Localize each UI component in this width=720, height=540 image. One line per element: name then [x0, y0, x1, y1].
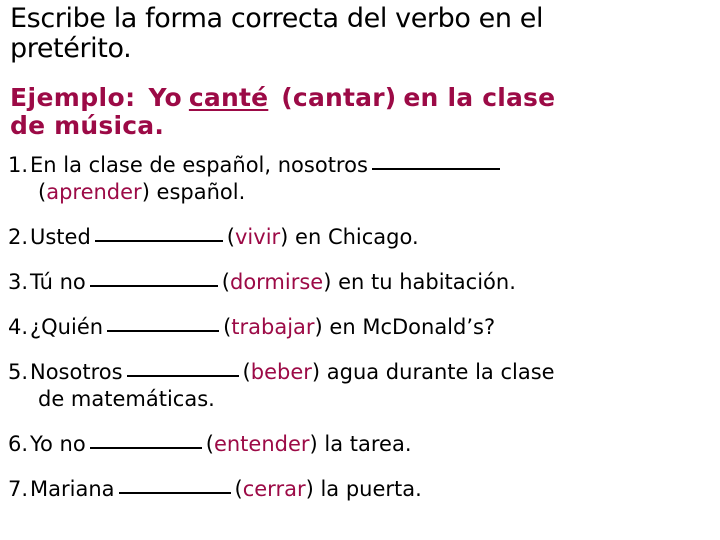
- item-text-before: Yo no: [30, 432, 86, 456]
- item-text-after: ) en tu habitación.: [323, 270, 516, 294]
- exercise-list: 1.En la clase de español, nosotros (apre…: [8, 152, 720, 521]
- answer-blank[interactable]: [89, 447, 202, 449]
- example-line-2: de música.: [10, 111, 165, 140]
- item-number: 1.: [8, 153, 29, 177]
- example-answer: canté: [188, 83, 269, 112]
- item-text-before: Usted: [30, 225, 91, 249]
- example-label: Ejemplo:: [10, 83, 136, 112]
- answer-blank[interactable]: [89, 285, 218, 287]
- item-number: 3.: [8, 270, 29, 294]
- item-number: 6.: [8, 432, 29, 456]
- list-item: 5.Nosotros (beber) agua durante la clase …: [8, 359, 720, 413]
- item-number: 7.: [8, 477, 29, 501]
- item-text-after: ) la puerta.: [305, 477, 422, 501]
- example-subject: Yo: [148, 83, 182, 112]
- open-paren: (: [205, 432, 214, 456]
- item-text-after: ) en Chicago.: [280, 225, 419, 249]
- title-line-1: Escribe la forma correcta del verbo en e…: [10, 3, 544, 34]
- item-text-after: ) en McDonald’s?: [314, 315, 496, 339]
- verb-hint: cerrar: [242, 477, 306, 501]
- item-continuation: (aprender) español.: [38, 180, 246, 204]
- open-paren: (: [234, 477, 243, 501]
- example-tail: en la clase: [403, 83, 556, 112]
- answer-blank[interactable]: [126, 375, 239, 377]
- example-block: Ejemplo: Yo canté (cantar) en la clase de mú…: [10, 84, 716, 140]
- list-item: 2.Usted (vivir) en Chicago.: [8, 224, 720, 251]
- item-text-after: ) agua durante la clase: [311, 360, 555, 384]
- example-line-1: Ejemplo: Yo canté (cantar) en la clase: [10, 84, 716, 112]
- item-text-before: ¿Quién: [30, 315, 104, 339]
- list-item: 6.Yo no (entender) la tarea.: [8, 431, 720, 458]
- title-line-2: pretérito.: [10, 33, 132, 64]
- item-text-before: En la clase de español, nosotros: [30, 153, 368, 177]
- answer-blank[interactable]: [107, 330, 220, 332]
- verb-hint: entender: [213, 432, 310, 456]
- item-number: 2.: [8, 225, 29, 249]
- verb-hint: trabajar: [231, 315, 315, 339]
- open-paren: (: [242, 360, 251, 384]
- verb-hint: vivir: [235, 225, 281, 249]
- item-continuation: de matemáticas.: [38, 387, 215, 411]
- item-text-before: Nosotros: [30, 360, 123, 384]
- answer-blank[interactable]: [371, 168, 500, 170]
- item-number: 4.: [8, 315, 29, 339]
- item-number: 5.: [8, 360, 29, 384]
- verb-hint: beber: [250, 360, 312, 384]
- list-item: 3.Tú no (dormirse) en tu habitación.: [8, 269, 720, 296]
- item-text-before: Tú no: [30, 270, 86, 294]
- item-text-after: ) la tarea.: [309, 432, 412, 456]
- open-paren: (: [226, 225, 235, 249]
- worksheet-slide: Escribe la forma correcta del verbo en e…: [0, 0, 720, 540]
- list-item: 4.¿Quién (trabajar) en McDonald’s?: [8, 314, 720, 341]
- item-text-before: Mariana: [30, 477, 115, 501]
- verb-hint: aprender: [46, 180, 142, 204]
- verb-hint: dormirse: [229, 270, 324, 294]
- open-paren: (: [221, 270, 230, 294]
- list-item: 1.En la clase de español, nosotros (apre…: [8, 152, 720, 206]
- list-item: 7.Mariana (cerrar) la puerta.: [8, 476, 720, 503]
- page-title: Escribe la forma correcta del verbo en e…: [10, 4, 710, 64]
- answer-blank[interactable]: [118, 492, 231, 494]
- example-verb-paren: (cantar): [281, 83, 397, 112]
- answer-blank[interactable]: [94, 240, 223, 242]
